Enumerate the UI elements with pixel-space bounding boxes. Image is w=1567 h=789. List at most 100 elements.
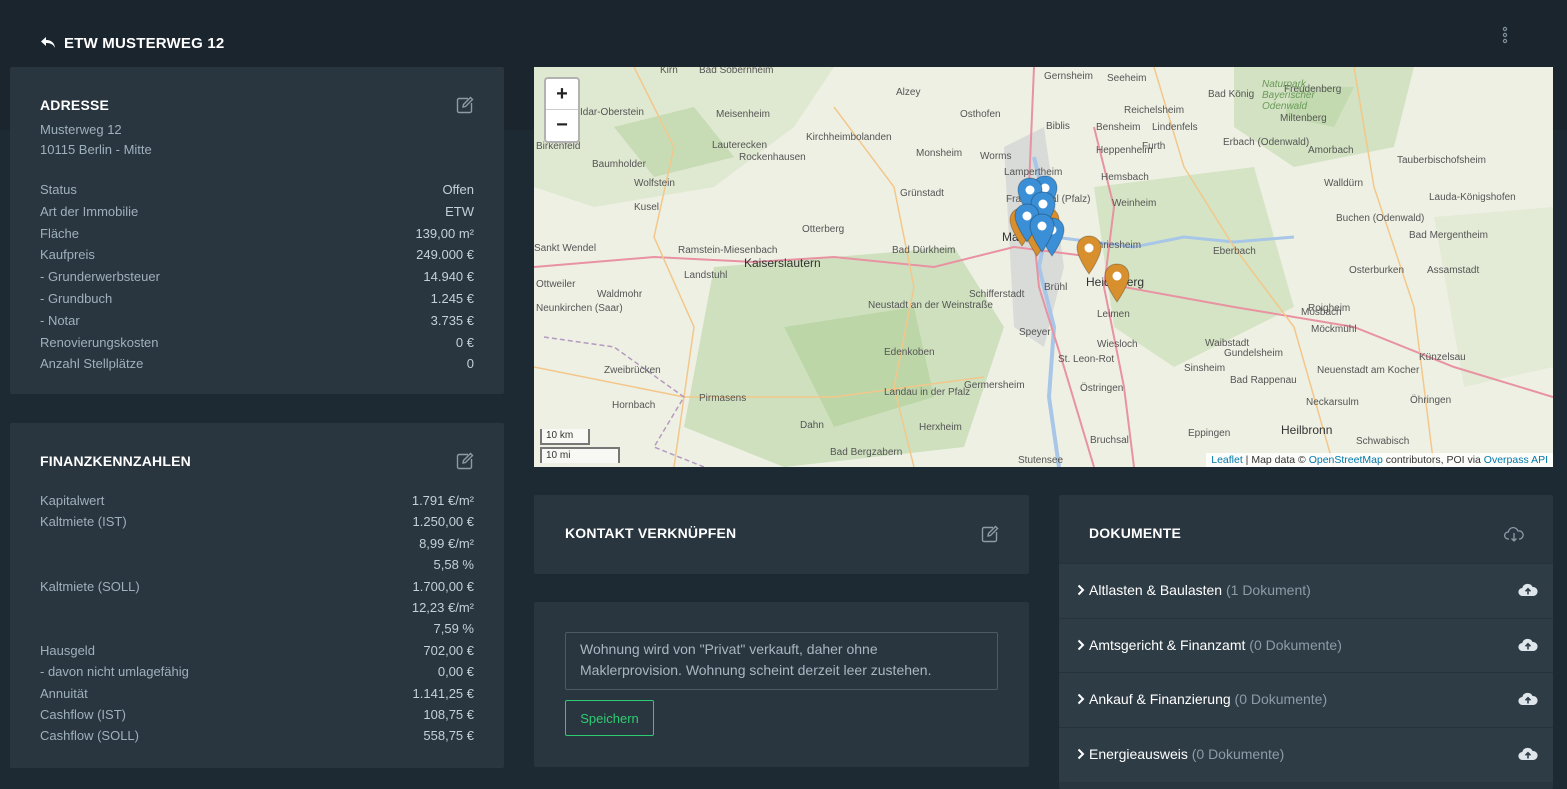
- address-detail-value: 3.735 €: [430, 312, 474, 328]
- cloud-upload-icon[interactable]: [1518, 746, 1538, 762]
- finance-detail-value: 558,75 €: [423, 728, 474, 744]
- map-place-label: Neckarsulm: [1306, 397, 1359, 408]
- document-count: (0 Dokumente): [1249, 636, 1342, 653]
- document-category[interactable]: Altlasten & Baulasten (1 Dokument): [1059, 563, 1553, 618]
- map-place-label: Lauda-Königshofen: [1429, 192, 1516, 203]
- map-place-label: Germersheim: [964, 380, 1025, 391]
- map-place-label: Idar-Oberstein: [580, 107, 644, 118]
- map-place-label: Osterburken: [1349, 265, 1405, 276]
- cloud-upload-icon[interactable]: [1518, 637, 1538, 653]
- contact-card: KONTAKT VERKNÜPFEN: [534, 495, 1029, 574]
- map-place-label: Stutensee: [1018, 455, 1064, 466]
- save-button[interactable]: Speichern: [565, 700, 654, 736]
- document-category[interactable]: Amtsgericht & Finanzamt (0 Dokumente): [1059, 617, 1553, 673]
- edit-icon[interactable]: [981, 525, 999, 543]
- attribution-text-2: contributors, POI via: [1382, 454, 1484, 466]
- map-place-label: Alzey: [896, 87, 921, 98]
- address-detail-value: 14.940 €: [423, 269, 474, 285]
- map-place-label: Edenkoben: [884, 347, 935, 358]
- finance-detail-value: 1.250,00 €: [412, 514, 474, 530]
- address-detail-label: Renovierungskosten: [40, 334, 159, 350]
- cloud-upload-icon[interactable]: [1518, 582, 1538, 598]
- map-place-label: Bad Rappenau: [1230, 375, 1297, 386]
- finance-detail-row: Annuität 1.141,25 €: [40, 686, 474, 706]
- map-place-label: Ramstein-Miesenbach: [678, 245, 778, 256]
- address-detail-label: - Notar: [40, 312, 80, 328]
- address-detail-label: Fläche: [40, 225, 80, 241]
- map-place-label: Herxheim: [919, 422, 962, 433]
- notes-textarea[interactable]: Wohnung wird von "Privat" verkauft, dahe…: [565, 632, 998, 690]
- map-place-label: Bruchsal: [1090, 435, 1129, 446]
- osm-link[interactable]: OpenStreetMap: [1309, 454, 1383, 466]
- map-place-label: Hornbach: [612, 400, 656, 411]
- map-place-label: Otterberg: [802, 224, 845, 235]
- document-category[interactable]: Ankauf & Finanzierung (0 Dokumente): [1059, 672, 1553, 727]
- map-attribution: Leaflet | Map data © OpenStreetMap contr…: [1206, 453, 1553, 467]
- zoom-in-button[interactable]: +: [546, 79, 578, 110]
- edit-icon[interactable]: [456, 96, 474, 114]
- finance-detail-row: - davon nicht umlagefähig 0,00 €: [40, 664, 474, 684]
- map-place-label: Weinheim: [1112, 198, 1157, 209]
- finance-detail-row: Kaltmiete (IST) 1.250,00 €: [40, 514, 474, 534]
- edit-icon[interactable]: [456, 452, 474, 470]
- map-place-label: Tauberbischofsheim: [1397, 155, 1486, 166]
- map-place-label: Erbach (Odenwald): [1223, 137, 1310, 148]
- finance-detail-row: Kapitalwert 1.791 €/m²: [40, 493, 474, 513]
- map-place-label: Leimen: [1097, 309, 1130, 320]
- overpass-link[interactable]: Overpass API: [1484, 454, 1548, 466]
- map-place-label: Pirmasens: [699, 393, 747, 404]
- address-detail-label: Kaufpreis: [40, 247, 95, 263]
- finance-detail-row: Cashflow (SOLL) 558,75 €: [40, 728, 474, 748]
- cloud-download-icon[interactable]: [1504, 526, 1524, 542]
- finance-detail-row: Kaltmiete (SOLL) 1.700,00 €: [40, 579, 474, 599]
- finance-detail-value: 0,00 €: [437, 664, 474, 680]
- finance-detail-value: 108,75 €: [423, 707, 474, 722]
- documents-card-title: DOKUMENTE: [1089, 525, 1182, 541]
- address-detail-value: 1.245 €: [430, 291, 474, 306]
- cloud-upload-icon[interactable]: [1518, 691, 1538, 707]
- address-detail-value: 0 €: [455, 334, 474, 350]
- address-detail-row: - Grunderwerbsteuer 14.940 €: [40, 269, 474, 289]
- map-place-label: Bad Sobernheim: [699, 67, 774, 76]
- map-place-label: Osthofen: [960, 109, 1001, 120]
- leaflet-link[interactable]: Leaflet: [1211, 454, 1243, 466]
- map[interactable]: Kirn Bad Sobernheim Alzey Gernsheim Seeheim B…: [534, 67, 1553, 467]
- document-count: (0 Dokumente): [1234, 691, 1328, 707]
- map-place-label: Landstuhl: [684, 270, 728, 281]
- map-place-label: St. Leon-Rot: [1058, 354, 1115, 365]
- address-card: ADRESSE Musterweg 12 10115 Berlin - Mitt…: [10, 67, 504, 394]
- document-category[interactable]: Energieausweis (0 Dokumente): [1059, 726, 1553, 782]
- scale-km: 10 km: [540, 429, 590, 445]
- map-place-label: Dahn: [800, 420, 824, 431]
- document-category-name: Energieausweis: [1089, 745, 1188, 762]
- map-place-label: Zweibrücken: [604, 365, 661, 376]
- finance-detail-value: 12,23 €/m²: [411, 600, 474, 615]
- map-place-label: Kaiserslautern: [744, 256, 821, 270]
- map-place-label: Worms: [980, 151, 1012, 162]
- map-place-label: Speyer: [1019, 327, 1051, 338]
- zoom-out-button[interactable]: −: [546, 110, 578, 140]
- map-place-label: Bad Dürkheim: [892, 245, 956, 256]
- address-detail-row: Fläche 139,00 m²: [40, 226, 474, 246]
- map-place-label: Grünstadt: [900, 188, 944, 199]
- chevron-right-icon: [1077, 693, 1085, 705]
- map-place-label: Lauterecken: [712, 140, 768, 151]
- map-marker-blue[interactable]: [1029, 213, 1055, 253]
- map-place-label: Assamstadt: [1427, 265, 1480, 276]
- finance-detail-label: Hausgeld: [40, 642, 95, 658]
- map-place-label: Baumholder: [592, 159, 646, 170]
- finance-detail-row: 7,59 %: [40, 621, 474, 641]
- map-marker-orange[interactable]: [1104, 263, 1130, 303]
- back-arrow-icon[interactable]: [40, 36, 56, 50]
- more-options-icon[interactable]: [1498, 26, 1512, 44]
- map-place-label: Künzelsau: [1419, 352, 1466, 363]
- finance-detail-row: 5,58 %: [40, 557, 474, 577]
- map-place-label: Kirn: [660, 67, 678, 76]
- map-place-label: Meisenheim: [716, 109, 770, 120]
- map-marker-orange[interactable]: [1076, 235, 1102, 275]
- map-place-label: Reichelsheim: [1124, 105, 1185, 116]
- map-place-label: Sinsheim: [1184, 363, 1226, 374]
- document-category-label: Ankauf & Finanzierung (0 Dokumente): [1089, 691, 1327, 707]
- map-place-label: Bad König: [1208, 89, 1255, 100]
- finance-detail-label: Kaltmiete (IST): [40, 514, 127, 530]
